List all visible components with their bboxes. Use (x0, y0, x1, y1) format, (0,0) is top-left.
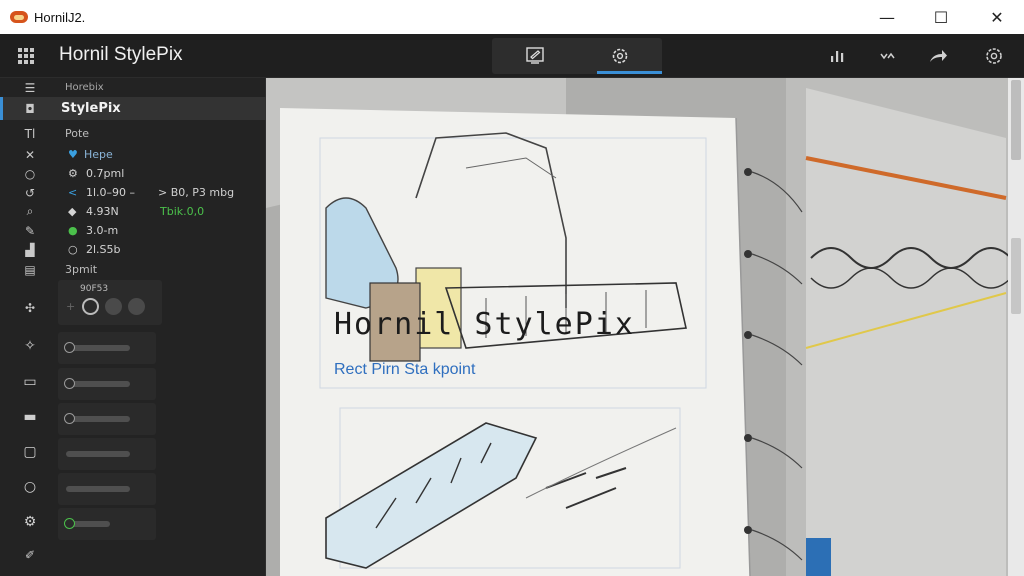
move-icon: ✣ (24, 300, 36, 315)
canvas-title: Hornil StylePix (334, 307, 635, 342)
settings-icon[interactable] (982, 44, 1006, 68)
tool-slider-box (58, 403, 156, 435)
app-header: Hornil StylePix (0, 34, 1024, 78)
slider-knob[interactable] (64, 413, 75, 424)
brush-icon: ✎ (24, 223, 36, 238)
image-canvas[interactable]: Hornil StylePix Rect Pirn Sta kpoint (266, 78, 1024, 576)
tool-slider-box (58, 508, 156, 540)
fill-icon: ▟ (25, 242, 35, 257)
window-titlebar: HornilJ2. — ☐ ✕ (0, 0, 1024, 34)
swatch-2[interactable] (105, 298, 122, 315)
sync-icon[interactable] (876, 44, 900, 68)
green-dot-icon: ● (68, 224, 78, 237)
heart-icon: ♥ (68, 148, 78, 161)
pen-icon: ✐ (24, 547, 36, 562)
tool-slider-box (58, 332, 156, 364)
bar-chart-icon[interactable] (825, 44, 849, 68)
swatch-1[interactable] (82, 298, 99, 315)
diamond-icon: ◆ (68, 205, 77, 218)
tool-slider-box (58, 368, 156, 400)
slider-knob[interactable] (64, 518, 75, 529)
tool-slider-box (58, 473, 156, 505)
swatch-3[interactable] (128, 298, 145, 315)
tool-row[interactable]: ▭ (0, 368, 266, 400)
sidebar-section-3pmit: ▤ 3pmit (0, 260, 266, 279)
image-icon: ◘ (25, 101, 35, 116)
ellipse-icon: ○ (23, 479, 37, 495)
tool-slider[interactable] (66, 416, 130, 422)
folder-icon: ▭ (23, 374, 37, 390)
sidebar-item-stylepix[interactable]: ◘ StylePix (0, 97, 266, 120)
sidebar-section-pote: Tl Pote (0, 124, 266, 143)
cog-tool-icon: ⚙ (23, 514, 37, 530)
maximize-button[interactable]: ☐ (916, 0, 966, 34)
image-edit-icon (525, 47, 544, 64)
wand-icon: ✧ (24, 338, 36, 354)
gear-small-icon: ⚙ (68, 167, 78, 180)
sidebar-tool-pen[interactable]: ✐ (0, 545, 266, 564)
ring-icon: ○ (68, 243, 78, 256)
file-icon: ▢ (23, 444, 37, 460)
lasso-icon: ↺ (24, 185, 36, 200)
stack-icon: ▤ (24, 262, 36, 277)
arrow-left-icon: < (68, 186, 78, 199)
sidebar-prop-row[interactable]: ○ ⚙ 0.7pml (0, 164, 266, 183)
tool-slider[interactable] (66, 345, 130, 351)
close-x-icon: ✕ (24, 147, 36, 162)
canvas-scrollbar[interactable] (1008, 78, 1024, 576)
slider-knob[interactable] (64, 378, 75, 389)
scroll-thumb-secondary[interactable] (1011, 238, 1021, 314)
tool-row[interactable]: ▬ (0, 403, 266, 435)
minimize-button[interactable]: — (862, 0, 912, 34)
swatch-panel: 90F53 + (58, 280, 162, 325)
tool-row[interactable]: ⚙ (0, 508, 266, 540)
window-title: HornilJ2. (34, 9, 86, 25)
app-title: Hornil StylePix (59, 44, 183, 65)
tool-slider-box (58, 438, 156, 470)
sidebar-prop-row[interactable]: ↺ < 1l.0–90 – > B0, P3 mbg (0, 183, 266, 202)
sidebar-top-item[interactable]: ☰ Horebix (0, 78, 266, 97)
album-icon: ▬ (23, 409, 37, 425)
canvas-subtitle: Rect Pirn Sta kpoint (334, 361, 476, 378)
sidebar: ☰ Horebix ◘ StylePix Tl Pote ✕ ♥ Hepe ○ … (0, 78, 266, 576)
tool-row[interactable]: ✧ (0, 332, 266, 364)
tool-slider[interactable] (66, 451, 130, 457)
sidebar-prop-row[interactable]: ✎ ● 3.0-m (0, 221, 266, 240)
add-swatch-icon[interactable]: + (66, 300, 75, 313)
tool-slider[interactable] (66, 381, 130, 387)
view-tabs (492, 38, 662, 74)
circle-icon: ○ (24, 166, 36, 181)
text-tool-icon: Tl (24, 126, 36, 141)
sidebar-prop-row[interactable]: ▟ ○ 2l.S5b (0, 240, 266, 259)
slider-knob[interactable] (64, 342, 75, 353)
tool-row[interactable]: ○ (0, 473, 266, 505)
settings-cog-icon (612, 48, 627, 64)
app-logo-icon (10, 11, 28, 23)
tool-slider[interactable] (66, 486, 130, 492)
scroll-thumb[interactable] (1011, 80, 1021, 160)
tool-row[interactable]: ▢ (0, 438, 266, 470)
zoom-icon: ⌕ (26, 204, 34, 218)
tab-settings[interactable] (577, 38, 662, 74)
sidebar-prop-row[interactable]: ⌕ ◆ 4.93N Tbik.0,0 (0, 202, 266, 221)
sidebar-prop-row[interactable]: ✕ ♥ Hepe (0, 145, 266, 164)
share-icon[interactable] (926, 44, 950, 68)
layers-icon: ☰ (24, 80, 36, 95)
app-menu-icon[interactable] (18, 48, 34, 64)
tab-image-edit[interactable] (492, 38, 577, 74)
close-button[interactable]: ✕ (972, 0, 1022, 34)
